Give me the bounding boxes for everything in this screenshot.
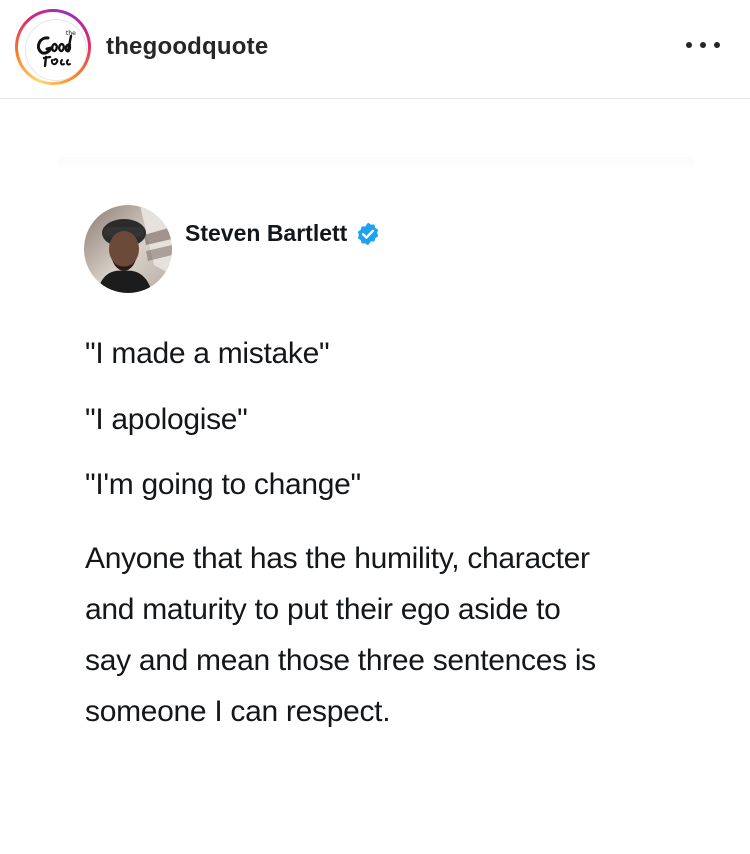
tweet-author-avatar: [84, 205, 172, 293]
logo-mark: the: [36, 30, 76, 68]
tweet-quote-3: "I'm going to change": [85, 468, 361, 501]
tweet-body-line: say and mean those three sentences is: [85, 644, 596, 677]
account-avatar[interactable]: the: [15, 9, 91, 85]
more-dot: [700, 42, 706, 48]
tweet-author-row: Steven Bartlett: [185, 220, 381, 247]
more-options-icon[interactable]: [686, 30, 720, 60]
account-username[interactable]: thegoodquote: [106, 33, 268, 61]
tweet-body: Anyone that has the humility, character …: [85, 533, 705, 737]
tweet-body-line: and maturity to put their ego aside to: [85, 593, 561, 626]
author-photo: [84, 205, 172, 293]
tweet-quote-2: "I apologise": [85, 403, 248, 436]
thegoodquote-logo: the: [25, 19, 87, 81]
avatar-ring-inner: the: [18, 12, 88, 82]
tweet-author-name: Steven Bartlett: [185, 220, 348, 246]
image-top-shadow: [58, 157, 694, 175]
post-header: the thegoodquote: [0, 0, 750, 99]
verified-badge-icon: [358, 222, 379, 245]
logo-the-text: the: [66, 30, 76, 37]
tweet-quote-1: "I made a mistake": [85, 337, 330, 370]
post-image[interactable]: Steven Bartlett "I made a mistake" "I ap…: [0, 99, 750, 854]
more-dot: [686, 42, 692, 48]
tweet-body-line: someone I can respect.: [85, 695, 391, 728]
more-dot: [714, 42, 720, 48]
tweet-body-line: Anyone that has the humility, character: [85, 542, 590, 575]
